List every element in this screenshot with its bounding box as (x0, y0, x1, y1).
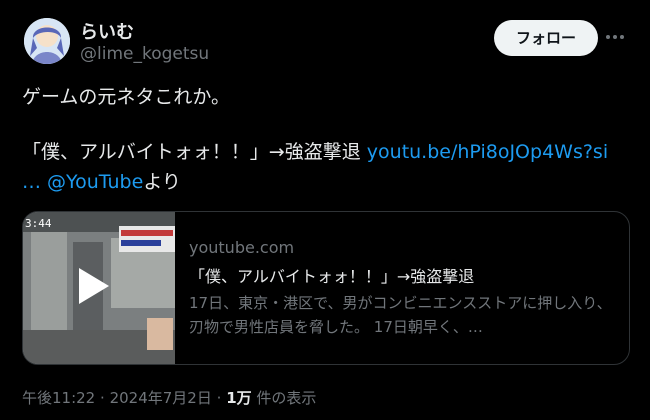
tweet-url-link[interactable]: youtu.be/hPi8oJOp4Ws?si (367, 141, 608, 163)
tweet-line: ゲームの元ネタこれか。 (22, 86, 231, 108)
card-domain: youtube.com (189, 238, 295, 257)
tweet-line: 「僕、アルバイトォォ！！」→強盗撃退 youtu.be/hPi8oJOp4Ws?… (22, 139, 608, 166)
card-title: 「僕、アルバイトォォ！！」→強盗撃退 (189, 267, 475, 286)
view-label: 件の表示 (256, 389, 317, 407)
video-thumbnail[interactable]: 3:44 (23, 212, 175, 364)
play-icon (79, 268, 109, 304)
display-name[interactable]: らいむ (80, 18, 134, 44)
meta-separator: · (100, 389, 105, 407)
post-time[interactable]: 午後11:22 (22, 389, 95, 407)
tweet-meta: 午後11:22 · 2024年7月2日 · 1万 件の表示 (22, 387, 316, 408)
card-description: 17日、東京・港区で、男がコンビニエンスストアに押し入り、刃物で男性店員を脅した… (189, 294, 612, 336)
tweet-header: らいむ @lime_kogetsu フォロー (24, 14, 628, 70)
more-options-icon[interactable] (602, 24, 628, 50)
avatar[interactable] (24, 18, 70, 64)
view-count: 1万 (226, 389, 252, 407)
post-date[interactable]: 2024年7月2日 (110, 389, 212, 407)
tweet-video-title: 「僕、アルバイトォォ！！」→強盗撃退 (22, 141, 367, 163)
card-text: youtube.com 「僕、アルバイトォォ！！」→強盗撃退 17日、東京・港区… (189, 238, 615, 339)
youtube-mention-link[interactable]: … @YouTube (22, 171, 143, 193)
svg-text:3:44: 3:44 (25, 217, 52, 230)
tweet-line: … @YouTubeより (22, 169, 181, 196)
avatar-image (24, 18, 70, 64)
tweet-suffix: より (143, 171, 181, 193)
link-preview-card[interactable]: 3:44 youtube.com 「僕、アルバイトォォ！！」→強盗撃退 17日、… (22, 211, 630, 365)
follow-button[interactable]: フォロー (494, 20, 598, 56)
meta-separator: · (216, 389, 222, 407)
user-handle[interactable]: @lime_kogetsu (80, 44, 209, 64)
